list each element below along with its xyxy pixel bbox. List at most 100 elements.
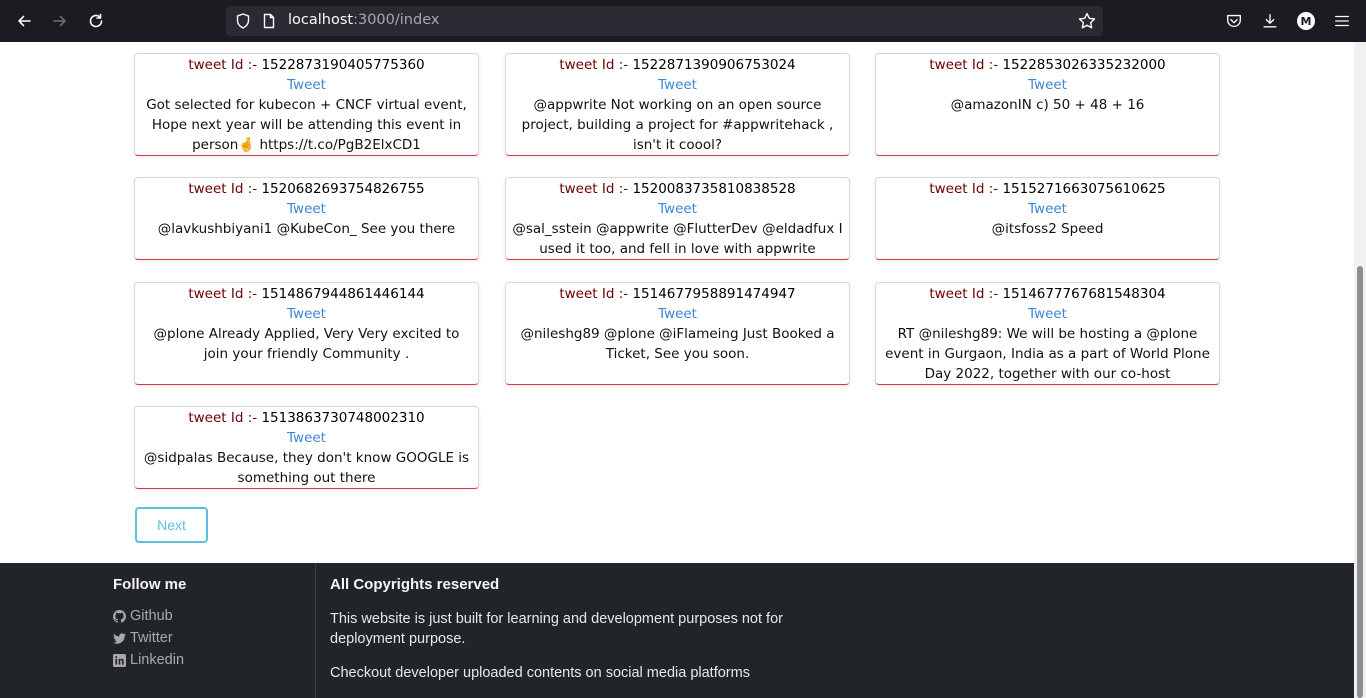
twitter-icon bbox=[113, 632, 126, 644]
tweet-id-line: tweet Id :- 1520083735810838528 bbox=[506, 179, 849, 199]
github-link-label: Github bbox=[130, 608, 173, 624]
tweet-text: @sidpalas Because, they don't know GOOGL… bbox=[143, 450, 470, 486]
next-button[interactable]: Next bbox=[135, 507, 208, 543]
forward-button[interactable] bbox=[48, 9, 72, 33]
download-icon bbox=[1263, 14, 1277, 28]
footer: Follow me Github Twitter Linkedin All Co… bbox=[0, 563, 1354, 698]
bookmark-star-icon[interactable] bbox=[1077, 11, 1097, 31]
tweet-id-label: tweet Id :- bbox=[559, 181, 633, 197]
tweet-link[interactable]: Tweet bbox=[135, 199, 478, 219]
copyright-heading: All Copyrights reserved bbox=[330, 576, 500, 593]
tweet-text: @sal_sstein @appwrite @FlutterDev @eldad… bbox=[512, 221, 843, 257]
tweet-id-line: tweet Id :- 1520682693754826755 bbox=[135, 179, 478, 199]
reload-button[interactable] bbox=[84, 9, 108, 33]
tweet-id-label: tweet Id :- bbox=[188, 286, 262, 302]
tweet-card: tweet Id :- 1515271663075610625 Tweet @i… bbox=[875, 177, 1220, 260]
tweet-text: RT @nileshg89: We will be hosting a @plo… bbox=[885, 326, 1210, 382]
tweet-text: @nileshg89 @plone @iFlameing Just Booked… bbox=[520, 326, 835, 362]
tweet-id: 1514677767681548304 bbox=[1002, 286, 1166, 302]
forward-arrow-icon bbox=[53, 15, 66, 27]
tweet-id-line: tweet Id :- 1513863730748002310 bbox=[135, 408, 478, 428]
linkedin-link-label: Linkedin bbox=[130, 652, 185, 668]
tweet-id-label: tweet Id :- bbox=[929, 57, 1003, 73]
tweet-id-line: tweet Id :- 1522853026335232000 bbox=[876, 55, 1219, 75]
tweet-id-line: tweet Id :- 1514867944861446144 bbox=[135, 284, 478, 304]
tweet-id: 1522873190405775360 bbox=[261, 57, 425, 73]
tweet-id-label: tweet Id :- bbox=[929, 181, 1003, 197]
tweet-link[interactable]: Tweet bbox=[876, 304, 1219, 324]
back-button[interactable] bbox=[12, 9, 36, 33]
tweet-link[interactable]: Tweet bbox=[135, 428, 478, 448]
tweet-id-line: tweet Id :- 1522873190405775360 bbox=[135, 55, 478, 75]
page-content: tweet Id :- 1522873190405775360 Tweet Go… bbox=[0, 42, 1354, 698]
tweet-text: @itsfoss2 Speed bbox=[991, 221, 1104, 237]
tweet-card: tweet Id :- 1514867944861446144 Tweet @p… bbox=[134, 282, 479, 385]
tweet-text: @amazonIN c) 50 + 48 + 16 bbox=[950, 97, 1145, 113]
tweet-id: 1514677958891474947 bbox=[632, 286, 796, 302]
tweet-id-label: tweet Id :- bbox=[188, 181, 262, 197]
tweet-link[interactable]: Tweet bbox=[506, 75, 849, 95]
page-info-icon[interactable] bbox=[260, 12, 278, 30]
hamburger-menu-icon bbox=[1335, 15, 1349, 27]
url-path: :3000/index bbox=[353, 12, 440, 28]
tweet-id: 1513863730748002310 bbox=[261, 410, 425, 426]
tweet-text: @plone Already Applied, Very Very excite… bbox=[153, 326, 460, 362]
url-text[interactable]: localhost:3000/index bbox=[288, 12, 439, 28]
linkedin-link[interactable]: Linkedin bbox=[113, 652, 184, 668]
tweet-id: 1520682693754826755 bbox=[261, 181, 425, 197]
browser-toolbar: localhost:3000/index M bbox=[0, 0, 1366, 42]
tweet-text: @appwrite Not working on an open source … bbox=[521, 97, 834, 153]
tweet-card: tweet Id :- 1514677767681548304 Tweet RT… bbox=[875, 282, 1220, 385]
github-icon bbox=[113, 609, 126, 623]
tweet-id: 1514867944861446144 bbox=[261, 286, 425, 302]
tweet-text: @lavkushbiyani1 @KubeCon_ See you there bbox=[157, 221, 456, 237]
back-arrow-icon bbox=[18, 15, 31, 27]
tweet-card: tweet Id :- 1522873190405775360 Tweet Go… bbox=[134, 53, 479, 156]
pocket-icon bbox=[1227, 14, 1241, 28]
tweet-id-line: tweet Id :- 1515271663075610625 bbox=[876, 179, 1219, 199]
tweet-id-line: tweet Id :- 1514677958891474947 bbox=[506, 284, 849, 304]
disclaimer-text: This website is just built for learning … bbox=[330, 611, 783, 647]
tweet-card: tweet Id :- 1514677958891474947 Tweet @n… bbox=[505, 282, 850, 385]
reload-icon bbox=[89, 13, 103, 28]
account-button[interactable]: M bbox=[1295, 10, 1317, 32]
tweet-link[interactable]: Tweet bbox=[506, 304, 849, 324]
tweet-card: tweet Id :- 1520682693754826755 Tweet @l… bbox=[134, 177, 479, 260]
tweet-id: 1522853026335232000 bbox=[1002, 57, 1166, 73]
tweet-text: Got selected for kubecon + CNCF virtual … bbox=[146, 97, 467, 153]
downloads-button[interactable] bbox=[1259, 10, 1281, 32]
checkout-text: Checkout developer uploaded contents on … bbox=[330, 665, 750, 681]
tweet-link[interactable]: Tweet bbox=[876, 75, 1219, 95]
account-avatar: M bbox=[1297, 12, 1315, 30]
address-bar[interactable]: localhost:3000/index bbox=[226, 6, 1103, 36]
tweet-link[interactable]: Tweet bbox=[876, 199, 1219, 219]
tweet-id-label: tweet Id :- bbox=[929, 286, 1003, 302]
tweet-id: 1515271663075610625 bbox=[1002, 181, 1166, 197]
tweet-id: 1522871390906753024 bbox=[632, 57, 796, 73]
footer-divider bbox=[315, 563, 316, 698]
tweet-id-line: tweet Id :- 1514677767681548304 bbox=[876, 284, 1219, 304]
tweet-id: 1520083735810838528 bbox=[632, 181, 796, 197]
tweet-card: tweet Id :- 1513863730748002310 Tweet @s… bbox=[134, 406, 479, 489]
linkedin-icon bbox=[113, 653, 126, 667]
tweet-id-label: tweet Id :- bbox=[559, 57, 633, 73]
tweet-id-label: tweet Id :- bbox=[188, 410, 262, 426]
tweet-card: tweet Id :- 1522871390906753024 Tweet @a… bbox=[505, 53, 850, 156]
pocket-button[interactable] bbox=[1223, 10, 1245, 32]
tweet-card: tweet Id :- 1520083735810838528 Tweet @s… bbox=[505, 177, 850, 260]
tweet-link[interactable]: Tweet bbox=[135, 75, 478, 95]
tweet-link[interactable]: Tweet bbox=[506, 199, 849, 219]
twitter-link-label: Twitter bbox=[130, 630, 173, 646]
url-host: localhost bbox=[288, 12, 354, 28]
twitter-link[interactable]: Twitter bbox=[113, 630, 173, 646]
tweet-card: tweet Id :- 1522853026335232000 Tweet @a… bbox=[875, 53, 1220, 156]
tweet-id-line: tweet Id :- 1522871390906753024 bbox=[506, 55, 849, 75]
follow-heading: Follow me bbox=[113, 576, 187, 593]
tweet-id-label: tweet Id :- bbox=[559, 286, 633, 302]
scrollbar-thumb[interactable] bbox=[1357, 266, 1363, 698]
menu-button[interactable] bbox=[1331, 10, 1353, 32]
shield-icon[interactable] bbox=[234, 12, 252, 30]
page-scrollbar[interactable] bbox=[1354, 42, 1366, 698]
tweet-link[interactable]: Tweet bbox=[135, 304, 478, 324]
github-link[interactable]: Github bbox=[113, 608, 173, 624]
